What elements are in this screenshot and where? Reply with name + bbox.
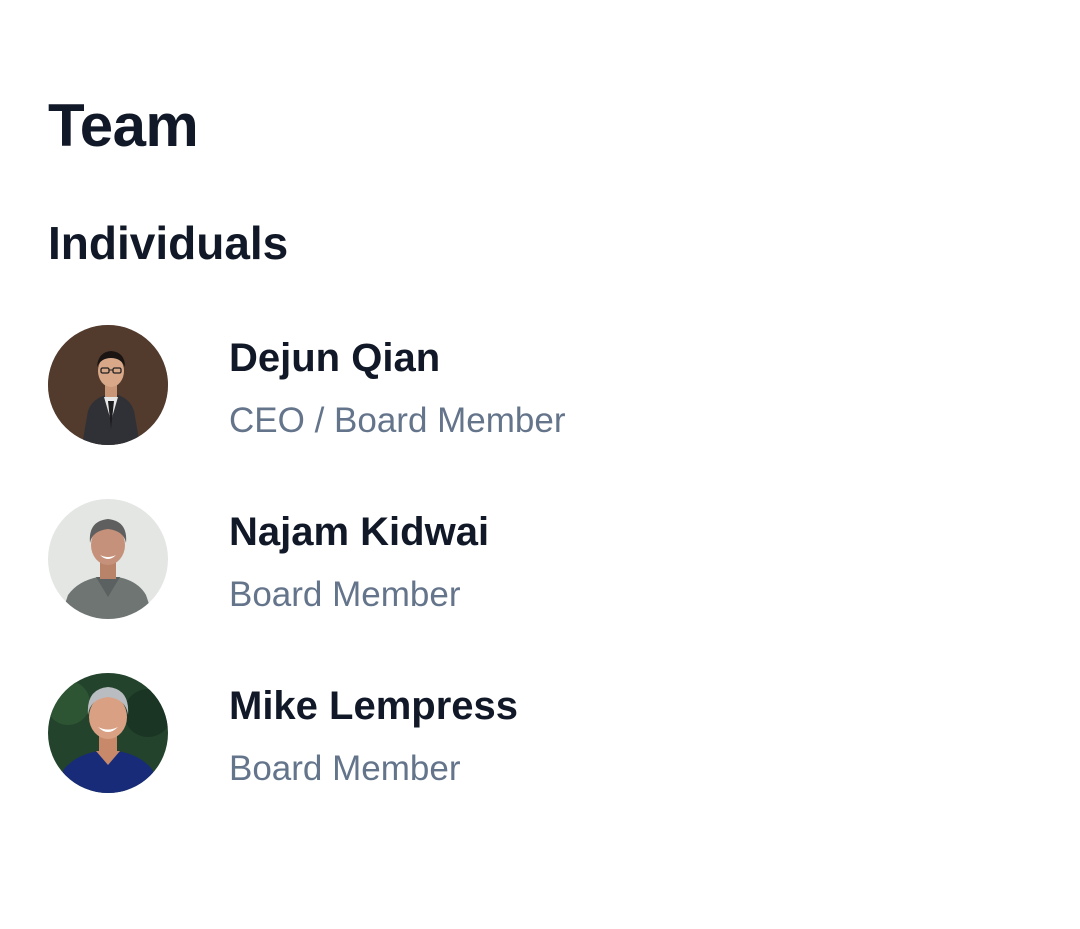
page-title: Team bbox=[48, 92, 199, 159]
member-role: CEO / Board Member bbox=[229, 401, 566, 440]
person-photo-avatar-icon bbox=[48, 325, 168, 445]
member-list: Dejun Qian CEO / Board Member Najam Kidw… bbox=[48, 325, 948, 847]
member-card: Najam Kidwai Board Member bbox=[48, 499, 948, 619]
section-title-individuals: Individuals bbox=[48, 217, 289, 269]
member-name: Najam Kidwai bbox=[229, 510, 490, 554]
avatar bbox=[48, 673, 168, 793]
member-name: Dejun Qian bbox=[229, 336, 441, 380]
member-role: Board Member bbox=[229, 575, 461, 614]
member-name: Mike Lempress bbox=[229, 684, 519, 728]
member-card: Mike Lempress Board Member bbox=[48, 673, 948, 793]
member-card: Dejun Qian CEO / Board Member bbox=[48, 325, 948, 445]
member-role: Board Member bbox=[229, 749, 461, 788]
avatar bbox=[48, 325, 168, 445]
person-photo-avatar-icon bbox=[48, 499, 168, 619]
person-photo-avatar-icon bbox=[48, 673, 168, 793]
avatar bbox=[48, 499, 168, 619]
